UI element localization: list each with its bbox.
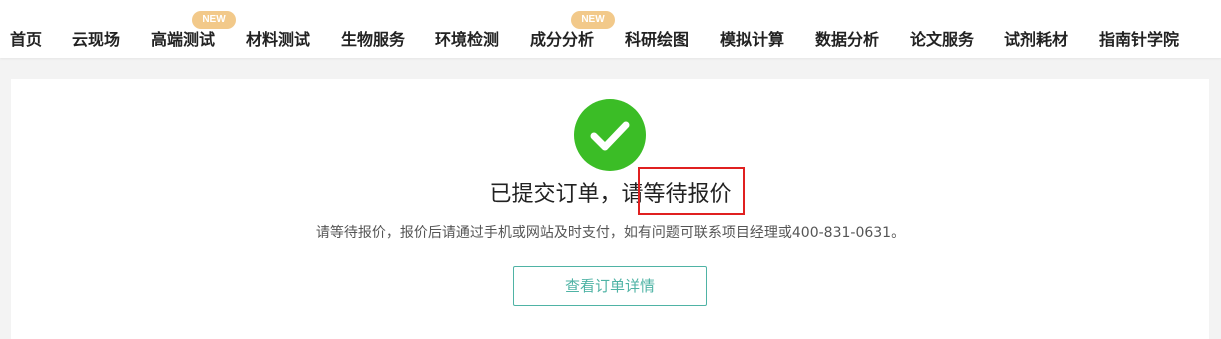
result-message: 请等待报价，报价后请通过手机或网站及时支付，如有问题可联系项目经理或400-83… [315,225,906,241]
nav-item-cloud-site[interactable]: 云现场 [72,30,120,50]
nav-item-high-end-testing[interactable]: 高端测试 [151,30,215,50]
nav-item-simulation[interactable]: 模拟计算 [720,30,784,50]
nav-item-reagents[interactable]: 试剂耗材 [1004,30,1068,50]
nav-item-home[interactable]: 首页 [10,30,42,50]
top-navigation: 首页 云现场 NEW 高端测试 材料测试 生物服务 环境检测 NEW 成分分析 … [0,0,1221,58]
view-order-details-button[interactable]: 查看订单详情 [513,266,707,306]
nav-item-data-analysis[interactable]: 数据分析 [815,30,879,50]
nav-item-compass-academy[interactable]: 指南针学院 [1099,30,1179,50]
nav-item-composition-analysis[interactable]: 成分分析 [530,30,594,50]
new-badge: NEW [571,11,615,29]
nav-item-environment-testing[interactable]: 环境检测 [435,30,499,50]
result-title: 已提交订单，请等待报价 [489,182,732,207]
highlight-box [638,167,745,215]
nav-item-research-drawing[interactable]: 科研绘图 [625,30,689,50]
check-circle-icon [574,99,646,171]
new-badge: NEW [192,11,236,29]
nav-item-paper-services[interactable]: 论文服务 [910,30,974,50]
nav-item-material-testing[interactable]: 材料测试 [246,30,310,50]
nav-item-bio-services[interactable]: 生物服务 [341,30,405,50]
